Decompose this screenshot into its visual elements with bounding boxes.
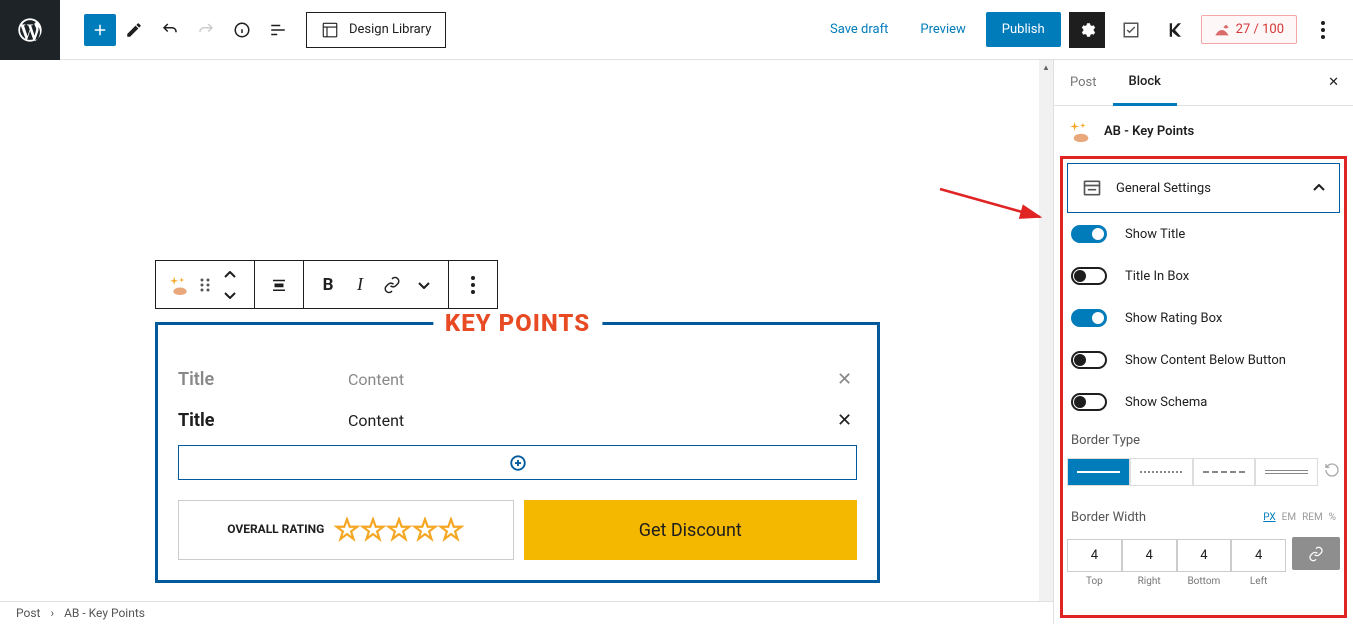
show-content-below-toggle[interactable]: [1071, 351, 1107, 369]
key-points-block[interactable]: KEY POINTS Title Content ✕ Title Content…: [155, 322, 880, 583]
border-double-option[interactable]: [1255, 458, 1318, 486]
key-point-row[interactable]: Title Content ✕: [178, 400, 857, 441]
design-library-label: Design Library: [349, 22, 431, 37]
settings-button[interactable]: [1069, 12, 1105, 48]
link-button[interactable]: [376, 264, 408, 306]
edit-tool-button[interactable]: [116, 12, 152, 48]
show-schema-toggle[interactable]: [1071, 393, 1107, 411]
remove-row-button[interactable]: ✕: [837, 369, 857, 390]
add-block-button[interactable]: [84, 14, 116, 46]
remove-row-button[interactable]: ✕: [837, 410, 857, 431]
seo-score-button[interactable]: 27 / 100: [1201, 15, 1297, 44]
unit-em[interactable]: EM: [1282, 512, 1296, 523]
overall-rating-label: OVERALL RATING: [227, 522, 324, 538]
seo-score-text: 27 / 100: [1236, 22, 1284, 37]
preview-button[interactable]: Preview: [908, 14, 977, 45]
save-draft-button[interactable]: Save draft: [818, 14, 900, 45]
border-dotted-option[interactable]: [1130, 458, 1193, 486]
breadcrumb-post[interactable]: Post: [16, 606, 40, 620]
key-points-title[interactable]: KEY POINTS: [433, 309, 602, 337]
unit-rem[interactable]: REM: [1302, 512, 1323, 523]
more-options-button[interactable]: [1305, 12, 1341, 48]
add-row-button[interactable]: [178, 445, 857, 480]
kp-content-input[interactable]: Content: [348, 370, 817, 389]
border-width-top-input[interactable]: 4: [1067, 539, 1122, 572]
rating-box[interactable]: OVERALL RATING: [178, 500, 514, 560]
kp-title-input[interactable]: Title: [178, 369, 328, 390]
scrollbar[interactable]: ▲: [1039, 60, 1053, 624]
block-info-header: AB - Key Points: [1054, 106, 1353, 156]
border-width-right-input[interactable]: 4: [1122, 539, 1177, 572]
block-toolbar: B I: [155, 260, 498, 309]
breadcrumb-block[interactable]: AB - Key Points: [64, 606, 145, 620]
show-title-toggle[interactable]: [1071, 225, 1107, 243]
editor-canvas[interactable]: ▲: [0, 60, 1053, 624]
close-sidebar-button[interactable]: ✕: [1314, 61, 1353, 104]
block-type-icon[interactable]: [164, 264, 196, 306]
title-in-box-label: Title In Box: [1125, 269, 1189, 284]
show-rating-label: Show Rating Box: [1125, 311, 1222, 326]
bw-bottom-label: Bottom: [1177, 572, 1232, 587]
block-more-button[interactable]: [457, 264, 489, 306]
redo-button[interactable]: [188, 12, 224, 48]
show-title-label: Show Title: [1125, 227, 1185, 242]
border-width-bottom-input[interactable]: 4: [1177, 539, 1232, 572]
align-button[interactable]: [263, 264, 295, 306]
discount-button[interactable]: Get Discount: [524, 500, 858, 560]
kadence-button[interactable]: [1157, 12, 1193, 48]
bw-top-label: Top: [1067, 572, 1122, 587]
chevron-up-icon: [1313, 184, 1325, 192]
title-in-box-toggle[interactable]: [1071, 267, 1107, 285]
undo-button[interactable]: [152, 12, 188, 48]
settings-sidebar: Post Block ✕ AB - Key Points General Set…: [1053, 60, 1353, 624]
tab-block[interactable]: Block: [1113, 60, 1177, 106]
move-up-button[interactable]: [214, 265, 246, 285]
publish-button[interactable]: Publish: [986, 12, 1061, 47]
kp-title-input[interactable]: Title: [178, 410, 328, 431]
show-content-below-label: Show Content Below Button: [1125, 353, 1286, 368]
unit-pct[interactable]: %: [1329, 512, 1336, 523]
show-schema-label: Show Schema: [1125, 395, 1207, 410]
italic-button[interactable]: I: [344, 264, 376, 306]
link-values-button[interactable]: [1292, 537, 1340, 570]
drag-handle[interactable]: [196, 264, 214, 306]
chevron-right-icon: ›: [50, 606, 54, 620]
unit-px[interactable]: PX: [1263, 512, 1275, 523]
design-library-button[interactable]: Design Library: [306, 12, 446, 48]
border-dashed-option[interactable]: [1193, 458, 1256, 486]
star-rating[interactable]: [334, 517, 464, 543]
border-type-label: Border Type: [1071, 433, 1140, 448]
bw-right-label: Right: [1122, 572, 1177, 587]
info-button[interactable]: [224, 12, 260, 48]
general-settings-panel[interactable]: General Settings: [1067, 163, 1340, 213]
tab-post[interactable]: Post: [1054, 61, 1113, 104]
outline-button[interactable]: [260, 12, 296, 48]
move-down-button[interactable]: [214, 285, 246, 305]
border-width-label: Border Width: [1071, 510, 1146, 525]
panel-title: General Settings: [1116, 181, 1299, 196]
kp-content-input[interactable]: Content: [348, 411, 817, 430]
bold-button[interactable]: B: [312, 264, 344, 306]
checklist-button[interactable]: [1113, 12, 1149, 48]
border-solid-option[interactable]: [1067, 458, 1130, 486]
scroll-up-arrow[interactable]: ▲: [1039, 60, 1053, 74]
show-rating-toggle[interactable]: [1071, 309, 1107, 327]
bw-left-label: Left: [1231, 572, 1286, 587]
key-point-row[interactable]: Title Content ✕: [178, 359, 857, 400]
wordpress-logo[interactable]: [0, 0, 60, 60]
more-formatting-button[interactable]: [408, 264, 440, 306]
block-name-label: AB - Key Points: [1104, 124, 1194, 139]
reset-border-button[interactable]: [1324, 462, 1340, 482]
border-width-left-input[interactable]: 4: [1231, 539, 1286, 572]
breadcrumb: Post › AB - Key Points: [0, 601, 1053, 624]
